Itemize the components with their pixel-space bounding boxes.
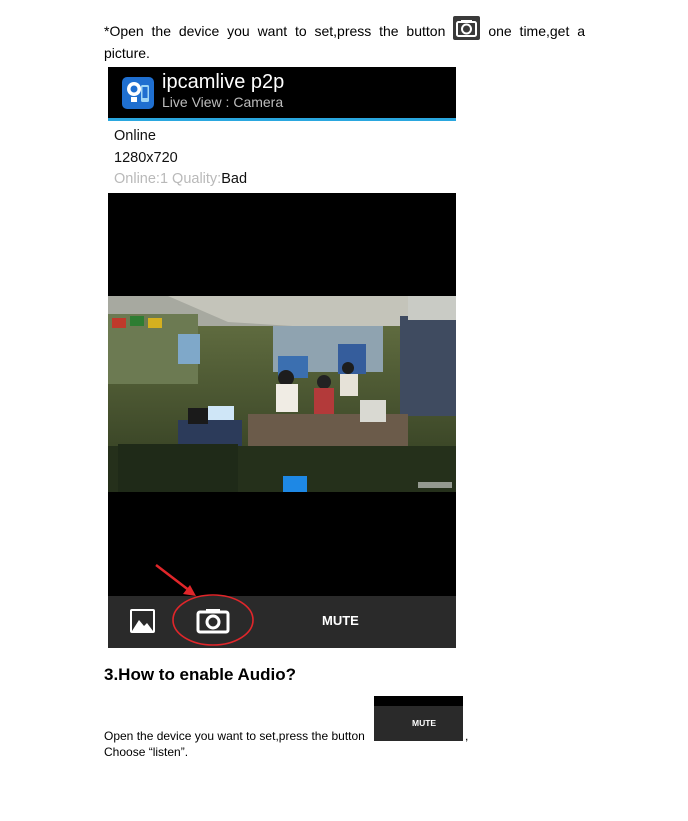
phone-screenshot: ipcamlive p2p Live View : Camera Online …: [108, 67, 456, 648]
section-heading: 3.How to enable Audio?: [104, 665, 297, 684]
app-icon: [122, 77, 154, 109]
live-video-image: [108, 296, 456, 492]
status-panel: Online 1280x720 Online:1 Quality:Bad: [108, 121, 456, 193]
thumb-mute-label: MUTE: [412, 718, 437, 728]
audio-instruction: Open the device you want to set,press th…: [104, 728, 468, 760]
app-title: ipcamlive p2p: [162, 71, 285, 93]
audio-instruction-after: ,: [465, 729, 469, 743]
status-quality-label: Online:1 Quality:: [114, 171, 222, 187]
snapshot-camera-icon[interactable]: [196, 608, 230, 634]
status-quality: Online:1 Quality:Bad: [114, 169, 456, 191]
status-online: Online: [114, 128, 156, 144]
thumb-top-bar: [374, 696, 463, 706]
mute-button[interactable]: MUTE: [322, 613, 359, 628]
status-quality-value: Bad: [221, 171, 248, 187]
instruction-text-before: Open the device you want to set,press th…: [109, 23, 446, 39]
instruction-paragraph: *Open the device you want to set,press t…: [104, 16, 585, 64]
camera-control-bar: MUTE: [108, 596, 456, 648]
audio-instruction-line1: Open the device you want to set,press th…: [104, 728, 468, 744]
camera-button-inline-icon: [453, 16, 481, 40]
app-subtitle: Live View : Camera: [162, 94, 284, 110]
audio-instruction-line2: Choose “listen”.: [104, 745, 189, 759]
app-header: ipcamlive p2p Live View : Camera: [108, 67, 456, 118]
gallery-icon[interactable]: [130, 609, 155, 633]
audio-instruction-before: Open the device you want to set,press th…: [104, 729, 365, 743]
mute-button-thumbnail: MUTE: [374, 696, 463, 741]
status-resolution: 1280x720: [114, 149, 178, 166]
